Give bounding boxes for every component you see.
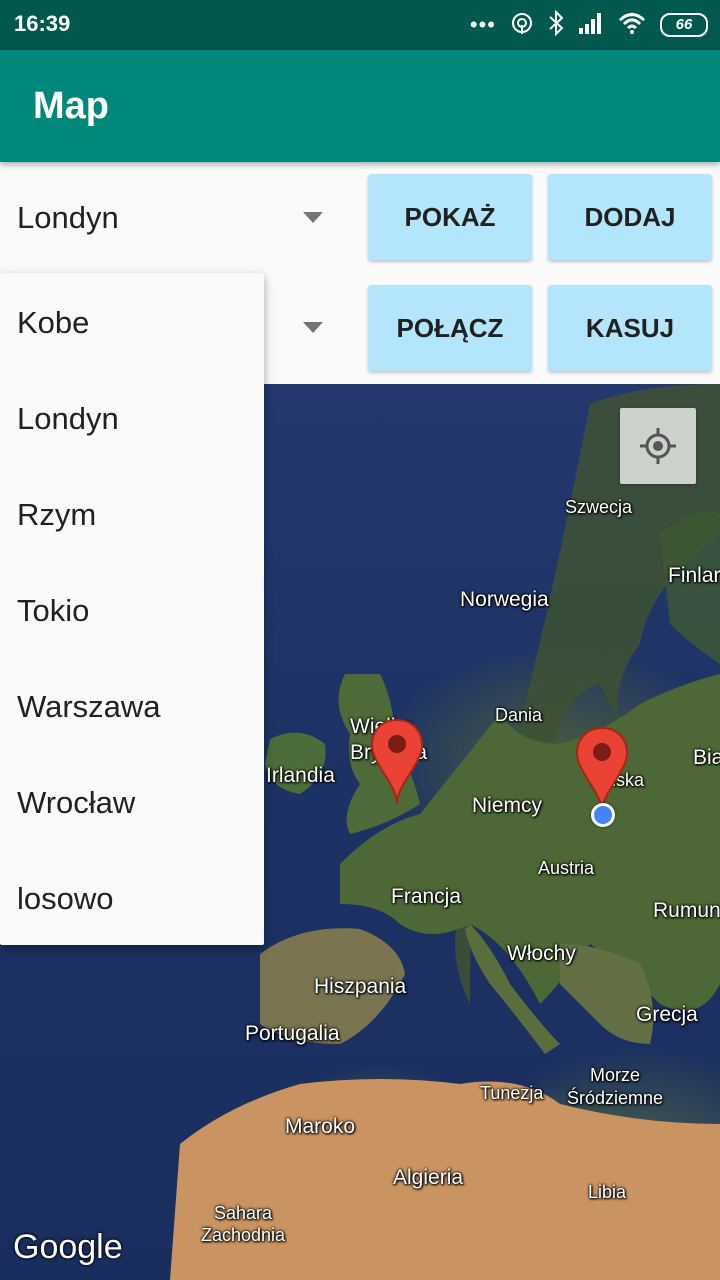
map-label-austria: Austria [538,858,595,878]
status-bar: 16:39 ••• 66 [0,0,720,50]
map-label-norway: Norwegia [460,588,549,611]
bluetooth-icon [548,9,564,41]
city-dropdown-popup: Kobe Londyn Rzym Tokio Warszawa Wrocław … [0,273,264,945]
show-button[interactable]: POKAŻ [368,174,532,260]
dropdown-item-tokio[interactable]: Tokio [17,593,89,629]
dropdown-item-londyn[interactable]: Londyn [17,401,119,437]
app-bar: Map [0,50,720,162]
add-button[interactable]: DODAJ [548,174,712,260]
delete-button[interactable]: KASUJ [548,285,712,371]
map-label-spain: Hiszpania [314,975,407,998]
map-label-libya: Libia [588,1182,627,1202]
connect-button[interactable]: POŁĄCZ [368,285,532,371]
map-label-morocco: Maroko [285,1115,356,1138]
city-spinner-top[interactable]: Londyn [0,174,340,264]
dropdown-item-rzym[interactable]: Rzym [17,497,96,533]
dropdown-item-wroclaw[interactable]: Wrocław [17,785,135,821]
signal-icon [578,12,604,39]
map-label-algeria: Algieria [393,1166,464,1189]
map-label-greece: Grecja [636,1003,698,1026]
dropdown-arrow-icon [303,212,323,223]
wifi-icon [618,12,646,39]
more-dots-icon: ••• [469,12,496,37]
map-label-romania: Rumun [653,899,720,922]
app-title: Map [33,85,109,127]
map-label-finland: Finlar [668,564,720,587]
current-location-dot [591,803,615,827]
status-time: 16:39 [14,11,71,36]
dropdown-arrow-icon [303,322,323,333]
dropdown-item-losowo[interactable]: losowo [17,881,114,917]
map-label-belarus: Bia [693,746,720,769]
map-label-sweden: Szwecja [565,497,633,517]
map-label-sea: Morze Śródziemne [566,1065,664,1108]
map-label-denmark: Dania [495,705,543,725]
map-label-portugal: Portugalia [245,1022,340,1045]
map-label-ireland: Irlandia [266,764,335,787]
spinner-selected-value: Londyn [17,200,119,235]
map-marker-london[interactable] [370,718,424,808]
dropdown-item-kobe[interactable]: Kobe [17,305,89,341]
google-logo: Google [13,1228,123,1266]
dropdown-item-warszawa[interactable]: Warszawa [17,689,161,725]
map-label-western-sahara: Sahara Zachodnia [200,1203,286,1245]
map-label-italy: Włochy [507,942,576,965]
my-location-button[interactable] [620,408,696,484]
hotspot-icon [510,11,534,40]
battery-icon: 66 [660,13,708,37]
map-label-tunisia: Tunezja [480,1083,544,1103]
map-label-germany: Niemcy [472,794,543,817]
my-location-icon [640,428,676,464]
status-icons: ••• 66 [469,9,708,41]
map-label-france: Francja [391,885,462,908]
